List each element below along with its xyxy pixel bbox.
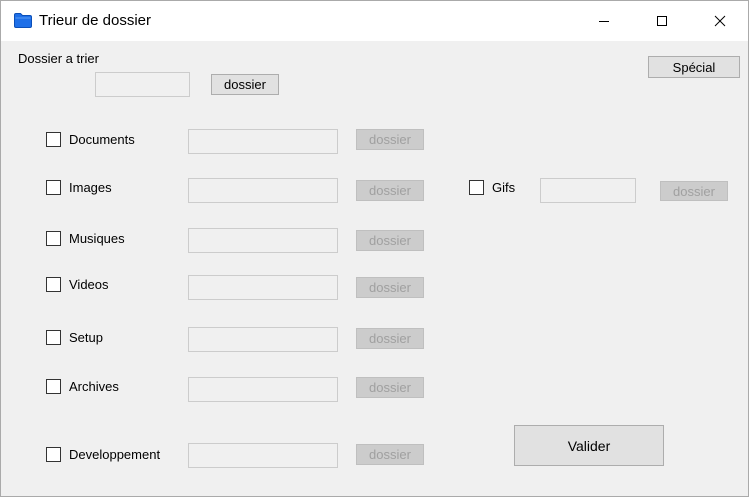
setup-browse-button[interactable]: dossier	[356, 328, 424, 349]
gifs-checkbox[interactable]	[469, 180, 484, 195]
validate-button[interactable]: Valider	[514, 425, 664, 466]
musiques-path-input[interactable]	[188, 228, 338, 253]
title-bar[interactable]: Trieur de dossier	[1, 1, 748, 41]
maximize-button[interactable]	[633, 1, 691, 41]
close-button[interactable]	[691, 1, 748, 41]
setup-path-input[interactable]	[188, 327, 338, 352]
documents-path-input[interactable]	[188, 129, 338, 154]
documents-browse-button[interactable]: dossier	[356, 129, 424, 150]
videos-checkbox[interactable]	[46, 277, 61, 292]
close-icon	[714, 15, 726, 27]
gifs-label: Gifs	[492, 180, 516, 195]
window-title: Trieur de dossier	[39, 12, 151, 29]
special-button[interactable]: Spécial	[648, 56, 740, 78]
images-label: Images	[69, 180, 112, 195]
videos-path-input[interactable]	[188, 275, 338, 300]
images-path-input[interactable]	[188, 178, 338, 203]
developpement-browse-button[interactable]: dossier	[356, 444, 424, 465]
musiques-checkbox[interactable]	[46, 231, 61, 246]
setup-label: Setup	[69, 330, 103, 345]
musiques-browse-button[interactable]: dossier	[356, 230, 424, 251]
videos-browse-button[interactable]: dossier	[356, 277, 424, 298]
archives-browse-button[interactable]: dossier	[356, 377, 424, 398]
source-folder-browse-button[interactable]: dossier	[211, 74, 279, 95]
developpement-path-input[interactable]	[188, 443, 338, 468]
form-body: Dossier a trier dossier Spécial Document…	[1, 41, 748, 496]
musiques-label: Musiques	[69, 231, 125, 246]
setup-checkbox[interactable]	[46, 330, 61, 345]
minimize-button[interactable]	[575, 1, 633, 41]
gifs-path-input[interactable]	[540, 178, 636, 203]
folder-icon	[14, 13, 32, 28]
archives-label: Archives	[69, 379, 119, 394]
documents-label: Documents	[69, 132, 135, 147]
archives-checkbox[interactable]	[46, 379, 61, 394]
source-folder-label: Dossier a trier	[18, 51, 99, 66]
source-folder-input[interactable]	[95, 72, 190, 97]
developpement-label: Developpement	[69, 447, 161, 462]
documents-checkbox[interactable]	[46, 132, 61, 147]
minimize-icon	[598, 15, 610, 27]
app-window: Trieur de dossier Dossier a trier dossie…	[0, 0, 749, 497]
maximize-icon	[656, 15, 668, 27]
images-browse-button[interactable]: dossier	[356, 180, 424, 201]
images-checkbox[interactable]	[46, 180, 61, 195]
developpement-checkbox[interactable]	[46, 447, 61, 462]
gifs-browse-button[interactable]: dossier	[660, 181, 728, 201]
videos-label: Videos	[69, 277, 109, 292]
archives-path-input[interactable]	[188, 377, 338, 402]
